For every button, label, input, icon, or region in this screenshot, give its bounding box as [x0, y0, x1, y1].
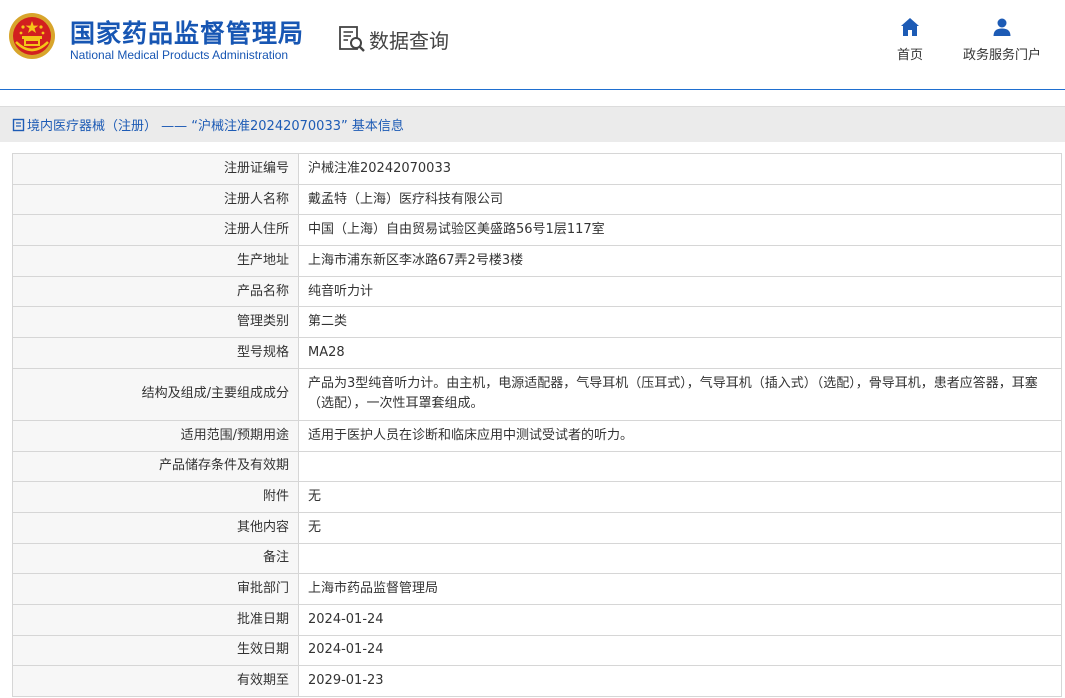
table-row: 产品名称 纯音听力计 [12, 275, 1062, 308]
table-row: 审批部门 上海市药品监督管理局 [12, 573, 1062, 605]
row-label: 生产地址 [12, 245, 299, 277]
table-row: 管理类别 第二类 [12, 306, 1062, 339]
table-row: 产品储存条件及有效期 [12, 450, 1062, 483]
table-row: 备注 [12, 542, 1062, 575]
row-label: 生效日期 [12, 634, 299, 667]
row-value [298, 542, 1062, 575]
row-label: 有效期至 [12, 665, 299, 697]
table-row: 生产地址 上海市浦东新区李冰路67弄2号楼3楼 [12, 245, 1062, 277]
row-label: 产品名称 [12, 275, 299, 308]
nav-service-portal[interactable]: 政务服务门户 [958, 16, 1046, 63]
table-row: 有效期至 2029-01-23 [12, 665, 1062, 697]
nav-home[interactable]: 首页 [888, 16, 932, 63]
row-label: 批准日期 [12, 603, 299, 636]
table-row: 生效日期 2024-01-24 [12, 634, 1062, 667]
data-query-link[interactable]: 数据查询 [337, 24, 449, 54]
row-label: 审批部门 [12, 573, 299, 605]
breadcrumb: 境内医疗器械（注册） —— “沪械注准20242070033” 基本信息 [0, 106, 1065, 142]
site-subtitle[interactable]: National Medical Products Administration [70, 48, 288, 62]
row-value [298, 450, 1062, 483]
row-value: 戴孟特（上海）医疗科技有限公司 [298, 183, 1062, 216]
table-row: 结构及组成/主要组成成分 产品为3型纯音听力计。由主机，电源适配器，气导耳机（压耳… [12, 367, 1062, 421]
site-title[interactable]: 国家药品监督管理局 [70, 14, 304, 50]
row-label: 注册证编号 [12, 153, 299, 185]
data-query-label: 数据查询 [369, 28, 449, 53]
row-value: 适用于医护人员在诊断和临床应用中测试受试者的听力。 [298, 419, 1062, 452]
row-label: 注册人住所 [12, 214, 299, 247]
breadcrumb-text: 境内医疗器械（注册） —— “沪械注准20242070033” 基本信息 [27, 119, 404, 134]
row-value: 中国（上海）自由贸易试验区美盛路56号1层117室 [298, 214, 1062, 247]
row-label: 注册人名称 [12, 183, 299, 216]
table-row: 注册证编号 沪械注准20242070033 [12, 153, 1062, 185]
header-divider [0, 89, 1065, 90]
row-value: 上海市浦东新区李冰路67弄2号楼3楼 [298, 245, 1062, 277]
user-icon [993, 18, 1011, 36]
row-value: 2024-01-24 [298, 603, 1062, 636]
row-label: 管理类别 [12, 306, 299, 339]
table-row: 型号规格 MA28 [12, 337, 1062, 369]
national-emblem-icon[interactable] [8, 12, 56, 60]
detail-table: 注册证编号 沪械注准20242070033 注册人名称 戴孟特（上海）医疗科技有限公… [12, 153, 1062, 697]
row-label: 产品储存条件及有效期 [12, 450, 299, 483]
document-icon [12, 118, 25, 131]
table-row: 批准日期 2024-01-24 [12, 603, 1062, 636]
row-value: 沪械注准20242070033 [298, 153, 1062, 185]
row-label: 附件 [12, 481, 299, 513]
row-value: 无 [298, 511, 1062, 544]
row-value: 产品为3型纯音听力计。由主机，电源适配器，气导耳机（压耳式），气导耳机（插入式）… [298, 367, 1062, 421]
row-value: 2024-01-24 [298, 634, 1062, 667]
table-row: 注册人住所 中国（上海）自由贸易试验区美盛路56号1层117室 [12, 214, 1062, 247]
row-value: MA28 [298, 337, 1062, 369]
row-value: 纯音听力计 [298, 275, 1062, 308]
table-row: 注册人名称 戴孟特（上海）医疗科技有限公司 [12, 183, 1062, 216]
row-label: 型号规格 [12, 337, 299, 369]
row-label: 适用范围/预期用途 [12, 419, 299, 452]
row-value: 2029-01-23 [298, 665, 1062, 697]
table-row: 适用范围/预期用途 适用于医护人员在诊断和临床应用中测试受试者的听力。 [12, 419, 1062, 452]
site-header: 国家药品监督管理局 National Medical Products Admi… [0, 0, 1065, 90]
row-value: 第二类 [298, 306, 1062, 339]
row-label: 结构及组成/主要组成成分 [12, 367, 299, 421]
home-icon [901, 18, 919, 36]
row-value: 无 [298, 481, 1062, 513]
row-value: 上海市药品监督管理局 [298, 573, 1062, 605]
nav-home-label: 首页 [896, 48, 923, 63]
nav-portal-label: 政务服务门户 [962, 48, 1041, 63]
row-label: 备注 [12, 542, 299, 575]
data-query-icon [339, 26, 365, 52]
table-row: 其他内容无 [12, 511, 1062, 544]
row-label: 其他内容 [12, 511, 299, 544]
table-row: 附件无 [12, 481, 1062, 513]
